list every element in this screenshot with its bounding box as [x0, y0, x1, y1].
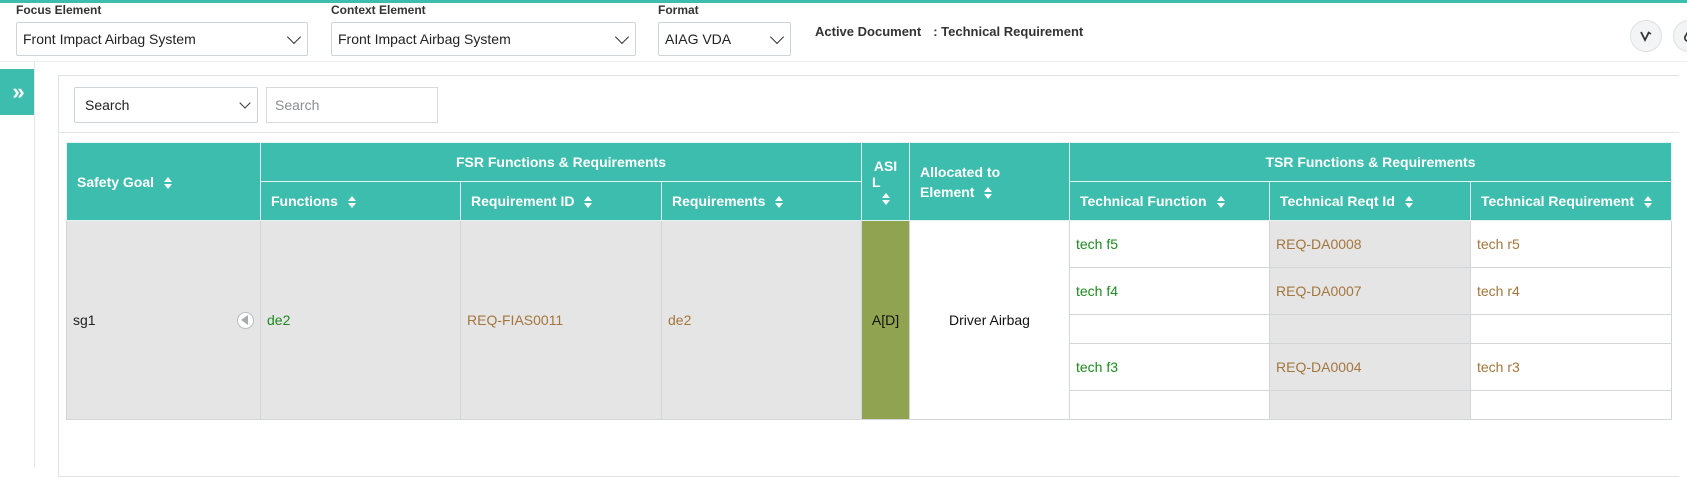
context-element-value: Front Impact Airbag System: [338, 31, 511, 47]
sort-icon[interactable]: [881, 192, 890, 205]
column-tech-reqt-id[interactable]: Technical Reqt Id: [1269, 181, 1471, 221]
safety-table-wrapper: Safety Goal FSR Functions & Requirements…: [66, 142, 1672, 420]
column-requirement-id-label: Requirement ID: [471, 193, 575, 209]
column-tech-reqt-id-label: Technical Reqt Id: [1280, 193, 1395, 209]
cell-tech-requirement[interactable]: [1470, 314, 1672, 344]
triangle-left-icon: [241, 315, 248, 325]
column-asil-label-1: ASI: [873, 157, 898, 174]
sort-icon[interactable]: [347, 196, 356, 209]
left-sidebar: [0, 62, 35, 467]
safety-requirements-table: Safety Goal FSR Functions & Requirements…: [66, 142, 1672, 420]
active-document-value: : Technical Requirement: [933, 24, 1084, 39]
chevron-down-icon: [239, 96, 251, 109]
sort-icon[interactable]: [164, 176, 173, 189]
sort-icon[interactable]: [584, 196, 593, 209]
column-tech-function[interactable]: Technical Function: [1069, 181, 1270, 221]
cell-tech-reqt-id[interactable]: REQ-DA0004: [1269, 343, 1471, 391]
search-field-value: Search: [85, 97, 130, 113]
expand-sidebar-button[interactable]: »: [0, 69, 34, 115]
cell-tech-function[interactable]: tech f4: [1069, 267, 1270, 315]
cell-tech-requirement[interactable]: tech r3: [1470, 343, 1672, 391]
sort-icon[interactable]: [1216, 196, 1225, 209]
focus-element-label: Focus Element: [16, 3, 102, 17]
focus-element-select[interactable]: Front Impact Airbag System: [16, 22, 308, 56]
format-value: AIAG VDA: [665, 31, 732, 47]
fire-button[interactable]: [1673, 20, 1687, 52]
cell-requirement-id[interactable]: REQ-FIAS0011: [460, 220, 662, 420]
cell-allocated: Driver Airbag: [909, 220, 1070, 420]
sort-icon[interactable]: [775, 196, 784, 209]
column-safety-goal-label: Safety Goal: [77, 173, 155, 190]
column-functions-label: Functions: [271, 193, 338, 209]
format-select[interactable]: AIAG VDA: [658, 22, 791, 56]
version-button[interactable]: [1630, 20, 1662, 52]
cell-asil: A[D]: [861, 220, 910, 420]
format-label: Format: [658, 3, 699, 17]
column-requirements-label: Requirements: [672, 193, 766, 209]
column-asil[interactable]: ASI L: [861, 142, 910, 221]
cell-tech-requirement[interactable]: [1470, 390, 1672, 420]
group-header-fsr: FSR Functions & Requirements: [260, 142, 862, 182]
format-group: Format AIAG VDA: [658, 3, 791, 56]
context-element-group: Context Element Front Impact Airbag Syst…: [331, 3, 636, 56]
active-document-label: Active Document: [815, 24, 922, 39]
fire-icon: [1684, 31, 1687, 42]
version-icon: [1640, 31, 1652, 43]
cell-tech-requirement[interactable]: tech r4: [1470, 267, 1672, 315]
cell-tech-function[interactable]: [1069, 314, 1270, 344]
chevron-down-icon: [614, 29, 630, 44]
focus-element-value: Front Impact Airbag System: [23, 31, 196, 47]
column-allocated[interactable]: Allocated to Element: [909, 142, 1070, 221]
column-tech-requirement-label: Technical Requirement: [1481, 193, 1635, 209]
cell-requirement[interactable]: de2: [661, 220, 862, 420]
cell-tech-reqt-id[interactable]: [1269, 390, 1471, 420]
sort-icon[interactable]: [984, 186, 993, 199]
group-header-tsr: TSR Functions & Requirements: [1069, 142, 1672, 182]
cell-tech-reqt-id[interactable]: REQ-DA0008: [1269, 220, 1471, 268]
cell-safety-goal: sg1: [66, 220, 261, 420]
chevron-down-icon: [769, 29, 785, 44]
sort-icon[interactable]: [1404, 196, 1413, 209]
column-asil-label-2: L: [872, 173, 881, 190]
cell-tech-requirement[interactable]: tech r5: [1470, 220, 1672, 268]
sort-icon[interactable]: [1644, 196, 1653, 209]
chevron-down-icon: [286, 29, 302, 44]
context-element-select[interactable]: Front Impact Airbag System: [331, 22, 636, 56]
column-safety-goal[interactable]: Safety Goal: [66, 142, 261, 221]
column-tech-function-label: Technical Function: [1080, 193, 1207, 209]
table-row: sg1 de2 REQ-FIAS0011 de2 A[D] Driver Air…: [66, 220, 1672, 420]
column-functions[interactable]: Functions: [260, 181, 461, 221]
column-requirements[interactable]: Requirements: [661, 181, 862, 221]
context-element-label: Context Element: [331, 3, 426, 17]
collapse-row-button[interactable]: [237, 311, 254, 329]
focus-element-group: Focus Element Front Impact Airbag System: [16, 3, 308, 56]
column-requirement-id[interactable]: Requirement ID: [460, 181, 662, 221]
cell-tech-function[interactable]: [1069, 390, 1270, 420]
safety-goal-value: sg1: [73, 312, 96, 328]
column-allocated-label-1: Allocated to: [920, 163, 1001, 180]
cell-tech-function[interactable]: tech f3: [1069, 343, 1270, 391]
cell-tech-function[interactable]: tech f5: [1069, 220, 1270, 268]
double-chevron-right-icon: »: [12, 79, 24, 104]
content-panel: Search Safety Goal FSR Functions & Requi…: [58, 75, 1679, 477]
search-field-select[interactable]: Search: [74, 87, 258, 123]
search-bar: Search: [59, 76, 1679, 133]
cell-tech-reqt-id[interactable]: [1269, 314, 1471, 344]
cell-function[interactable]: de2: [260, 220, 461, 420]
search-input[interactable]: [266, 87, 438, 123]
column-allocated-label-2: Element: [920, 183, 975, 200]
active-document: Active Document : Technical Requirement: [815, 24, 1083, 39]
column-tech-requirement[interactable]: Technical Requirement: [1470, 181, 1672, 221]
top-toolbar: Focus Element Front Impact Airbag System…: [0, 3, 1687, 62]
cell-tech-reqt-id[interactable]: REQ-DA0007: [1269, 267, 1471, 315]
